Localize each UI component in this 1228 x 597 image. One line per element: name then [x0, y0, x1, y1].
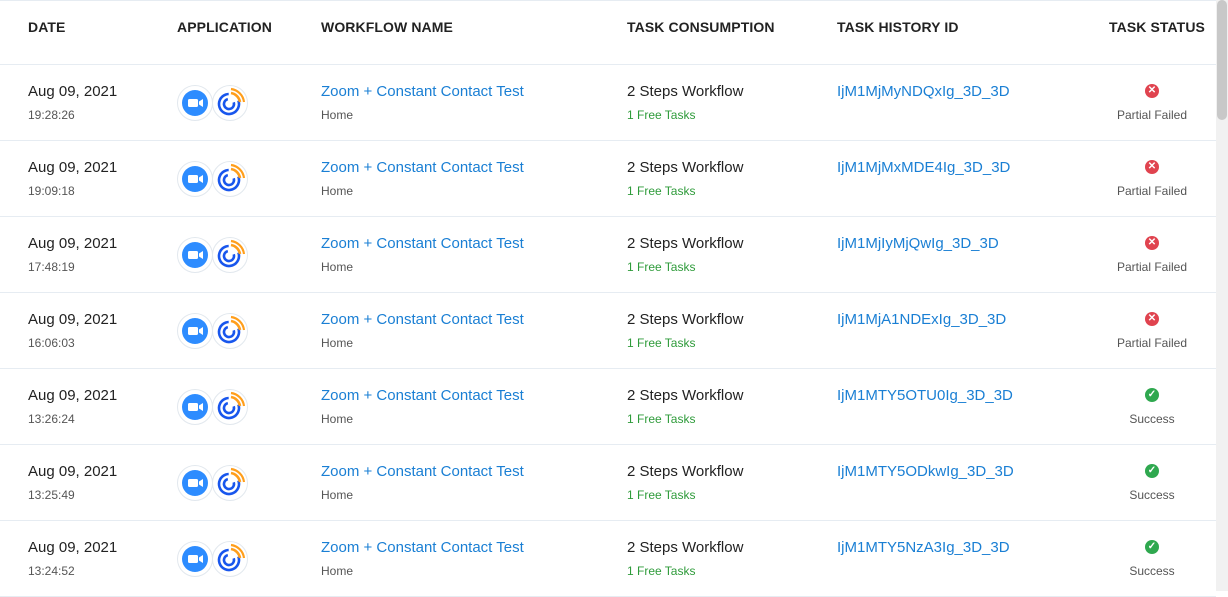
task-history-id-link[interactable]: IjM1MjMyNDQxIg_3D_3D [837, 83, 1010, 100]
row-date: Aug 09, 2021 [28, 387, 118, 404]
free-tasks-label: 1 Free Tasks [627, 564, 696, 578]
row-time: 16:06:03 [28, 336, 75, 350]
header-task-status[interactable]: TASK STATUS [1109, 19, 1205, 35]
task-consumption: 2 Steps Workflow [627, 387, 744, 404]
workflow-folder: Home [321, 412, 354, 426]
status-text: Success [1129, 488, 1175, 502]
free-tasks-label: 1 Free Tasks [627, 184, 696, 198]
table-row: Aug 09, 2021 13:25:49 Zoom + Constant Cont… [0, 445, 1216, 521]
error-icon: ✕ [1145, 236, 1159, 250]
check-icon: ✓ [1145, 540, 1159, 554]
status-text: Partial Failed [1116, 184, 1188, 198]
workflow-folder: Home [321, 184, 354, 198]
row-date: Aug 09, 2021 [28, 311, 118, 328]
table-row: Aug 09, 2021 17:48:19 Zoom + Constant Cont… [0, 217, 1216, 293]
header-workflow-name[interactable]: WORKFLOW NAME [321, 19, 453, 35]
free-tasks-label: 1 Free Tasks [627, 336, 696, 350]
row-time: 13:25:49 [28, 488, 75, 502]
workflow-name-link[interactable]: Zoom + Constant Contact Test [321, 463, 524, 480]
row-time: 17:48:19 [28, 260, 75, 274]
workflow-name-link[interactable]: Zoom + Constant Contact Test [321, 539, 524, 556]
zoom-icon [177, 313, 213, 349]
constant-contact-icon [212, 541, 248, 577]
task-history-id-link[interactable]: IjM1MTY5ODkwIg_3D_3D [837, 463, 1014, 480]
status-text: Partial Failed [1116, 336, 1188, 350]
table-row: Aug 09, 2021 13:26:24 Zoom + Constant Cont… [0, 369, 1216, 445]
task-history-id-link[interactable]: IjM1MjMxMDE4Ig_3D_3D [837, 159, 1010, 176]
check-icon: ✓ [1145, 388, 1159, 402]
constant-contact-icon [212, 237, 248, 273]
error-icon: ✕ [1145, 160, 1159, 174]
constant-contact-icon [212, 313, 248, 349]
header-application[interactable]: APPLICATION [177, 19, 272, 35]
table-header: DATE APPLICATION WORKFLOW NAME TASK CONS… [0, 1, 1216, 65]
task-history-id-link[interactable]: IjM1MTY5OTU0Ig_3D_3D [837, 387, 1013, 404]
status-text: Success [1129, 412, 1175, 426]
free-tasks-label: 1 Free Tasks [627, 108, 696, 122]
task-consumption: 2 Steps Workflow [627, 463, 744, 480]
error-icon: ✕ [1145, 312, 1159, 326]
constant-contact-icon [212, 465, 248, 501]
status-text: Success [1129, 564, 1175, 578]
table-row: Aug 09, 2021 19:09:18 Zoom + Constant Cont… [0, 141, 1216, 217]
free-tasks-label: 1 Free Tasks [627, 412, 696, 426]
free-tasks-label: 1 Free Tasks [627, 488, 696, 502]
status-text: Partial Failed [1116, 108, 1188, 122]
workflow-name-link[interactable]: Zoom + Constant Contact Test [321, 159, 524, 176]
row-date: Aug 09, 2021 [28, 463, 118, 480]
workflow-name-link[interactable]: Zoom + Constant Contact Test [321, 311, 524, 328]
free-tasks-label: 1 Free Tasks [627, 260, 696, 274]
workflow-name-link[interactable]: Zoom + Constant Contact Test [321, 83, 524, 100]
task-history-table: DATE APPLICATION WORKFLOW NAME TASK CONS… [0, 0, 1216, 597]
task-consumption: 2 Steps Workflow [627, 539, 744, 556]
task-consumption: 2 Steps Workflow [627, 83, 744, 100]
zoom-icon [177, 541, 213, 577]
task-history-id-link[interactable]: IjM1MjA1NDExIg_3D_3D [837, 311, 1006, 328]
workflow-folder: Home [321, 108, 354, 122]
header-date[interactable]: DATE [28, 19, 65, 35]
check-icon: ✓ [1145, 464, 1159, 478]
row-time: 13:26:24 [28, 412, 75, 426]
row-time: 19:09:18 [28, 184, 75, 198]
table-row: Aug 09, 2021 13:24:52 Zoom + Constant Cont… [0, 521, 1216, 597]
header-task-consumption[interactable]: TASK CONSUMPTION [627, 19, 775, 35]
table-row: Aug 09, 2021 16:06:03 Zoom + Constant Cont… [0, 293, 1216, 369]
zoom-icon [177, 161, 213, 197]
scrollbar-thumb[interactable] [1217, 0, 1227, 120]
error-icon: ✕ [1145, 84, 1159, 98]
workflow-folder: Home [321, 564, 354, 578]
task-history-id-link[interactable]: IjM1MjIyMjQwIg_3D_3D [837, 235, 999, 252]
workflow-folder: Home [321, 488, 354, 502]
table-row: Aug 09, 2021 19:28:26 Zoom + Constant Cont… [0, 65, 1216, 141]
zoom-icon [177, 465, 213, 501]
status-text: Partial Failed [1116, 260, 1188, 274]
constant-contact-icon [212, 85, 248, 121]
task-history-id-link[interactable]: IjM1MTY5NzA3Ig_3D_3D [837, 539, 1010, 556]
task-consumption: 2 Steps Workflow [627, 235, 744, 252]
workflow-folder: Home [321, 260, 354, 274]
row-time: 13:24:52 [28, 564, 75, 578]
row-time: 19:28:26 [28, 108, 75, 122]
task-consumption: 2 Steps Workflow [627, 311, 744, 328]
header-task-history-id[interactable]: TASK HISTORY ID [837, 19, 959, 35]
zoom-icon [177, 389, 213, 425]
workflow-name-link[interactable]: Zoom + Constant Contact Test [321, 235, 524, 252]
task-consumption: 2 Steps Workflow [627, 159, 744, 176]
zoom-icon [177, 237, 213, 273]
row-date: Aug 09, 2021 [28, 539, 118, 556]
constant-contact-icon [212, 389, 248, 425]
row-date: Aug 09, 2021 [28, 83, 118, 100]
row-date: Aug 09, 2021 [28, 235, 118, 252]
constant-contact-icon [212, 161, 248, 197]
workflow-name-link[interactable]: Zoom + Constant Contact Test [321, 387, 524, 404]
row-date: Aug 09, 2021 [28, 159, 118, 176]
workflow-folder: Home [321, 336, 354, 350]
zoom-icon [177, 85, 213, 121]
vertical-scrollbar[interactable] [1216, 0, 1228, 591]
